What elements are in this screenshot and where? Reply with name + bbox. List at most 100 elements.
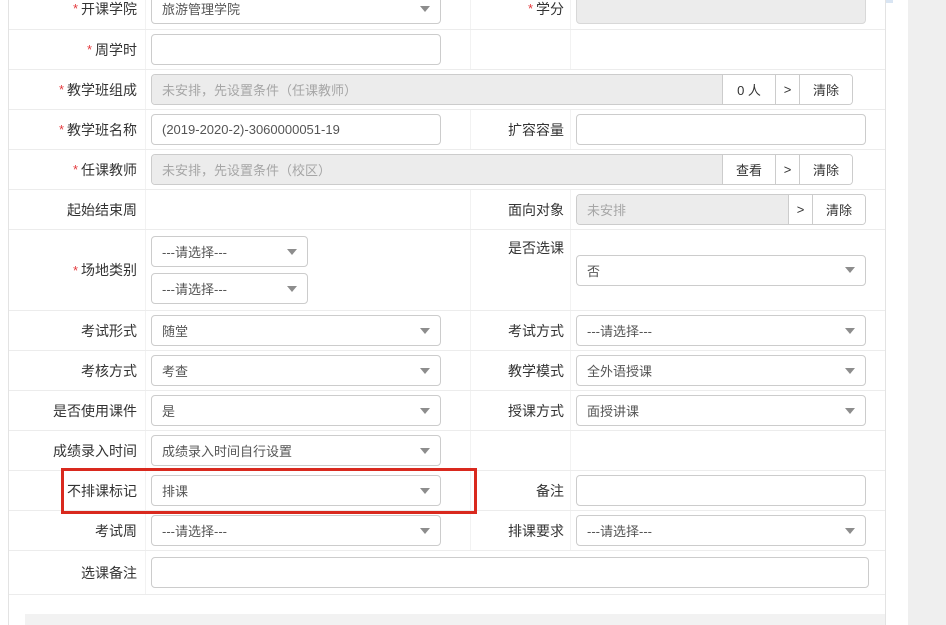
class-composition-expand-button[interactable]: > [775,75,799,104]
college-value: 旅游管理学院 [162,0,240,18]
form-row-exam-form: 考试形式 随堂 考试方式 ---请选择--- [9,311,885,351]
chevron-down-icon [845,328,855,334]
required-mark: * [73,162,78,177]
clipped-row-college-credits: * 开课学院 旅游管理学院 * 学分 [9,0,885,30]
weekly-hours-input[interactable] [151,34,441,65]
chevron-down-icon [845,528,855,534]
chevron-down-icon [287,249,297,255]
assessment-method-label: 考核方式 [81,361,137,381]
expand-capacity-label: 扩容容量 [508,120,564,140]
chevron-down-icon [420,528,430,534]
exam-week-value: ---请选择--- [162,521,227,540]
course-selection-remarks-input[interactable] [151,557,869,588]
teacher-expand-button[interactable]: > [775,155,799,184]
class-composition-group: 未安排，先设置条件（任课教师） 0 人 > 清除 [151,74,853,105]
teacher-label: 任课教师 [81,160,137,180]
assessment-method-select[interactable]: 考查 [151,355,441,386]
class-composition-field: 未安排，先设置条件（任课教师） [152,75,722,104]
class-composition-count-button[interactable]: 0 人 [722,75,775,104]
exam-week-label: 考试周 [95,521,137,541]
schedule-requirement-select[interactable]: ---请选择--- [576,515,866,546]
form-row-exam-week: 考试周 ---请选择--- 排课要求 ---请选择--- [9,511,885,551]
target-audience-clear-button[interactable]: 清除 [812,195,865,224]
exam-week-select[interactable]: ---请选择--- [151,515,441,546]
chevron-down-icon [420,368,430,374]
teaching-mode-value: 全外语授课 [587,361,652,380]
required-mark: * [528,1,533,16]
expand-capacity-input[interactable] [576,114,866,145]
required-mark: * [59,82,64,97]
teacher-view-button[interactable]: 查看 [722,155,775,184]
delivery-method-select[interactable]: 面授讲课 [576,395,866,426]
delivery-method-value: 面授讲课 [587,401,639,420]
form-row-course-selection-remarks: 选课备注 [9,551,885,595]
page-footer-strip [25,614,885,625]
chevron-down-icon [420,488,430,494]
venue-type-label: 场地类别 [81,260,137,280]
is-elective-label: 是否选课 [508,238,564,258]
teacher-field: 未安排，先设置条件（校区） [152,155,722,184]
exam-form-select[interactable]: 随堂 [151,315,441,346]
form-row-grade-entry-time: 成绩录入时间 成绩录入时间自行设置 [9,431,885,471]
class-composition-label: 教学班组成 [67,80,137,100]
target-audience-group: 未安排 > 清除 [576,194,866,225]
form-row-class-name: * 教学班名称 扩容容量 [9,110,885,150]
class-name-label: 教学班名称 [67,120,137,140]
course-selection-remarks-label: 选课备注 [81,563,137,583]
credits-input [576,0,866,24]
exam-method-value: ---请选择--- [587,321,652,340]
form-row-no-schedule-flag: 不排课标记 排课 备注 [9,471,885,511]
required-mark: * [73,263,78,278]
exam-form-value: 随堂 [162,321,188,340]
chevron-down-icon [420,6,430,12]
chevron-down-icon [420,328,430,334]
college-select[interactable]: 旅游管理学院 [151,0,441,24]
venue-type-select-2[interactable]: ---请选择--- [151,273,308,304]
chevron-down-icon [420,448,430,454]
class-composition-clear-button[interactable]: 清除 [799,75,852,104]
is-elective-value: 否 [587,261,600,280]
required-mark: * [87,42,92,57]
chevron-down-icon [845,408,855,414]
form-row-assessment-method: 考核方式 考查 教学模式 全外语授课 [9,351,885,391]
use-courseware-value: 是 [162,401,175,420]
college-label: 开课学院 [81,0,137,19]
no-schedule-flag-value: 排课 [162,481,188,500]
target-audience-expand-button[interactable]: > [788,195,812,224]
grade-entry-time-select[interactable]: 成绩录入时间自行设置 [151,435,441,466]
remarks-label: 备注 [536,481,564,501]
remarks-input[interactable] [576,475,866,506]
is-elective-select[interactable]: 否 [576,255,866,286]
venue-type-value-1: ---请选择--- [162,242,227,261]
course-edit-form-panel: * 开课学院 旅游管理学院 * 学分 * 周学时 [8,0,886,625]
chevron-down-icon [845,267,855,273]
form-row-start-end-week: 起始结束周 面向对象 未安排 > 清除 [9,190,885,230]
no-schedule-flag-label: 不排课标记 [67,481,137,501]
form-row-venue-type: * 场地类别 ---请选择--- ---请选择--- 是否选课 否 [9,230,885,311]
teaching-mode-select[interactable]: 全外语授课 [576,355,866,386]
exam-form-label: 考试形式 [81,321,137,341]
form-row-weekly-hours: * 周学时 [9,30,885,70]
teacher-group: 未安排，先设置条件（校区） 查看 > 清除 [151,154,853,185]
required-mark: * [73,1,78,16]
form-row-class-composition: * 教学班组成 未安排，先设置条件（任课教师） 0 人 > 清除 [9,70,885,110]
start-end-week-label: 起始结束周 [67,200,137,220]
teacher-clear-button[interactable]: 清除 [799,155,852,184]
exam-method-select[interactable]: ---请选择--- [576,315,866,346]
class-name-input[interactable] [151,114,441,145]
use-courseware-label: 是否使用课件 [53,401,137,421]
chevron-down-icon [420,408,430,414]
form-row-teacher: * 任课教师 未安排，先设置条件（校区） 查看 > 清除 [9,150,885,190]
credits-label: 学分 [536,0,564,19]
chevron-down-icon [845,368,855,374]
venue-type-select-1[interactable]: ---请选择--- [151,236,308,267]
venue-type-value-2: ---请选择--- [162,279,227,298]
no-schedule-flag-select[interactable]: 排课 [151,475,441,506]
teaching-mode-label: 教学模式 [508,361,564,381]
target-audience-label: 面向对象 [508,200,564,220]
target-audience-field: 未安排 [577,195,788,224]
form-row-use-courseware: 是否使用课件 是 授课方式 面授讲课 [9,391,885,431]
use-courseware-select[interactable]: 是 [151,395,441,426]
delivery-method-label: 授课方式 [508,401,564,421]
assessment-method-value: 考查 [162,361,188,380]
